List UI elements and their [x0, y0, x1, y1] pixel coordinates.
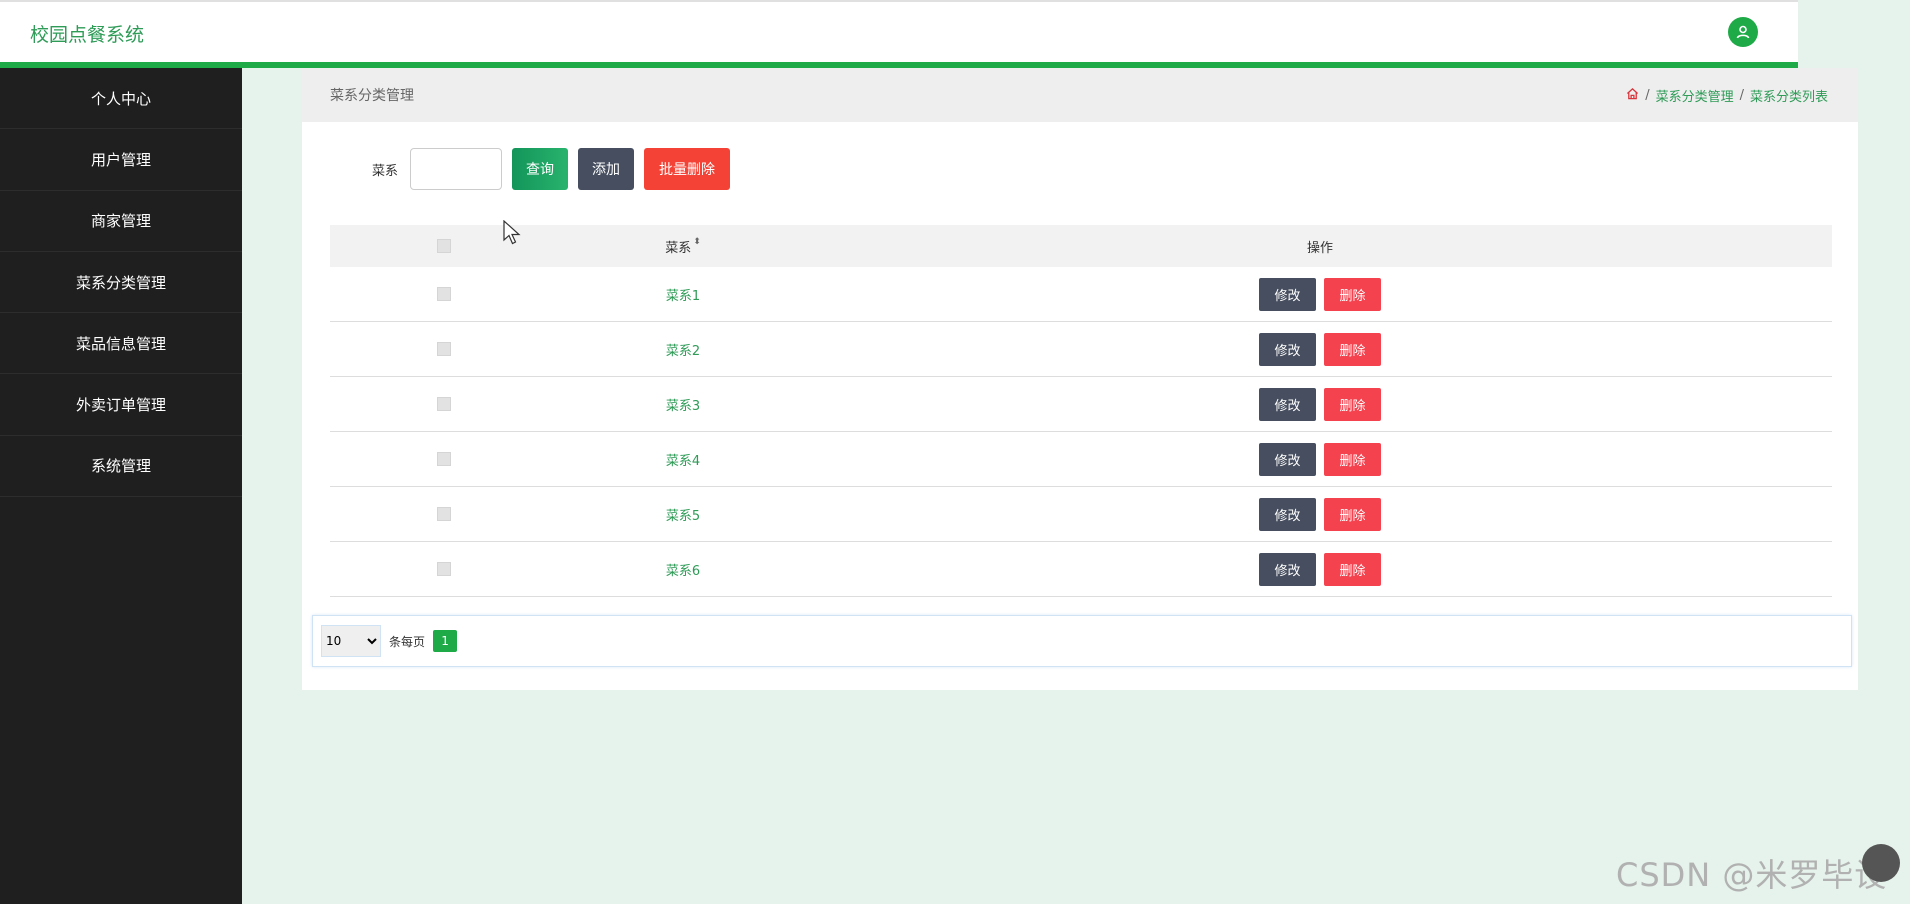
table-row: 菜系3 修改 删除	[330, 377, 1832, 432]
select-all-checkbox[interactable]	[437, 239, 451, 253]
edit-button[interactable]: 修改	[1259, 442, 1316, 476]
edit-button[interactable]: 修改	[1259, 277, 1316, 311]
table-row: 菜系5 修改 删除	[330, 487, 1832, 542]
row-name[interactable]: 菜系3	[666, 395, 700, 414]
sidebar-item-dish-info-management[interactable]: 菜品信息管理	[0, 313, 242, 375]
delete-button[interactable]: 删除	[1324, 277, 1381, 311]
home-icon[interactable]	[1626, 87, 1639, 104]
table-header: 菜系 ⬍ 操作	[330, 225, 1832, 267]
edit-button[interactable]: 修改	[1259, 552, 1316, 586]
page-size-select[interactable]: 10	[321, 625, 381, 657]
row-checkbox[interactable]	[437, 452, 451, 466]
sidebar-item-cuisine-category-management[interactable]: 菜系分类管理	[0, 252, 242, 314]
breadcrumb-item-category-list[interactable]: 菜系分类列表	[1750, 86, 1828, 105]
main-panel: 菜系分类管理 / 菜系分类管理 / 菜系分类列表 菜系 查询 添加 批量删除 菜…	[302, 68, 1858, 690]
delete-button[interactable]: 删除	[1324, 332, 1381, 366]
row-checkbox[interactable]	[437, 287, 451, 301]
watermark: CSDN @米罗毕设	[1616, 856, 1888, 894]
column-header-name-label: 菜系	[665, 240, 692, 256]
column-header-name[interactable]: 菜系 ⬍	[558, 237, 808, 256]
edit-button[interactable]: 修改	[1259, 332, 1316, 366]
delete-button[interactable]: 删除	[1324, 387, 1381, 421]
delete-button[interactable]: 删除	[1324, 442, 1381, 476]
edit-button[interactable]: 修改	[1259, 387, 1316, 421]
app-title: 校园点餐系统	[30, 24, 145, 46]
batch-delete-button[interactable]: 批量删除	[644, 148, 731, 190]
breadcrumb-separator: /	[1645, 88, 1650, 103]
query-button[interactable]: 查询	[512, 148, 569, 190]
sidebar-item-label: 商家管理	[90, 212, 151, 231]
add-button[interactable]: 添加	[578, 148, 635, 190]
breadcrumb: / 菜系分类管理 / 菜系分类列表	[1626, 86, 1828, 105]
sort-icon[interactable]: ⬍	[693, 237, 701, 256]
cuisine-table: 菜系 ⬍ 操作 菜系1 修改 删除 菜系2 修改 删除 菜系3 修改 删除 菜系…	[330, 225, 1832, 597]
row-checkbox[interactable]	[437, 342, 451, 356]
floating-circle-icon[interactable]	[1862, 844, 1900, 882]
row-name[interactable]: 菜系4	[666, 450, 700, 469]
row-name[interactable]: 菜系6	[666, 560, 700, 579]
search-label: 菜系	[372, 163, 399, 179]
table-row: 菜系6 修改 删除	[330, 542, 1832, 597]
table-row: 菜系1 修改 删除	[330, 267, 1832, 322]
pagination: 10 条每页 1	[312, 615, 1852, 667]
user-avatar-icon[interactable]	[1728, 17, 1758, 47]
page-title: 菜系分类管理	[330, 88, 414, 104]
delete-button[interactable]: 删除	[1324, 497, 1381, 531]
search-bar: 菜系 查询 添加 批量删除	[372, 148, 731, 190]
row-name[interactable]: 菜系2	[666, 340, 700, 359]
sidebar-item-label: 外卖订单管理	[75, 396, 166, 415]
breadcrumb-item-category-management[interactable]: 菜系分类管理	[1656, 86, 1734, 105]
top-header: 校园点餐系统	[0, 0, 1798, 68]
sidebar-item-label: 个人中心	[90, 89, 151, 108]
sidebar-item-system-management[interactable]: 系统管理	[0, 436, 242, 498]
table-row: 菜系2 修改 删除	[330, 322, 1832, 377]
panel-header: 菜系分类管理 / 菜系分类管理 / 菜系分类列表	[302, 68, 1858, 122]
sidebar-item-takeout-order-management[interactable]: 外卖订单管理	[0, 374, 242, 436]
sidebar-item-label: 菜品信息管理	[75, 334, 166, 353]
breadcrumb-separator: /	[1739, 88, 1744, 103]
column-header-operations: 操作	[1306, 240, 1333, 256]
per-page-label: 条每页	[389, 634, 426, 649]
row-name[interactable]: 菜系5	[666, 505, 700, 524]
sidebar-item-user-management[interactable]: 用户管理	[0, 129, 242, 191]
cuisine-search-input[interactable]	[410, 148, 503, 190]
row-checkbox[interactable]	[437, 507, 451, 521]
sidebar-item-merchant-management[interactable]: 商家管理	[0, 191, 242, 252]
page-number-button[interactable]: 1	[433, 630, 458, 652]
edit-button[interactable]: 修改	[1259, 497, 1316, 531]
sidebar-item-label: 系统管理	[90, 457, 151, 476]
sidebar: 个人中心 用户管理 商家管理 菜系分类管理 菜品信息管理 外卖订单管理 系统管理	[0, 68, 242, 904]
sidebar-item-personal-center[interactable]: 个人中心	[0, 68, 242, 130]
row-name[interactable]: 菜系1	[666, 285, 700, 304]
table-row: 菜系4 修改 删除	[330, 432, 1832, 487]
row-checkbox[interactable]	[437, 397, 451, 411]
row-checkbox[interactable]	[437, 562, 451, 576]
sidebar-item-label: 菜系分类管理	[75, 273, 166, 292]
mouse-cursor-icon	[503, 219, 521, 250]
delete-button[interactable]: 删除	[1324, 552, 1381, 586]
sidebar-item-label: 用户管理	[90, 150, 151, 169]
